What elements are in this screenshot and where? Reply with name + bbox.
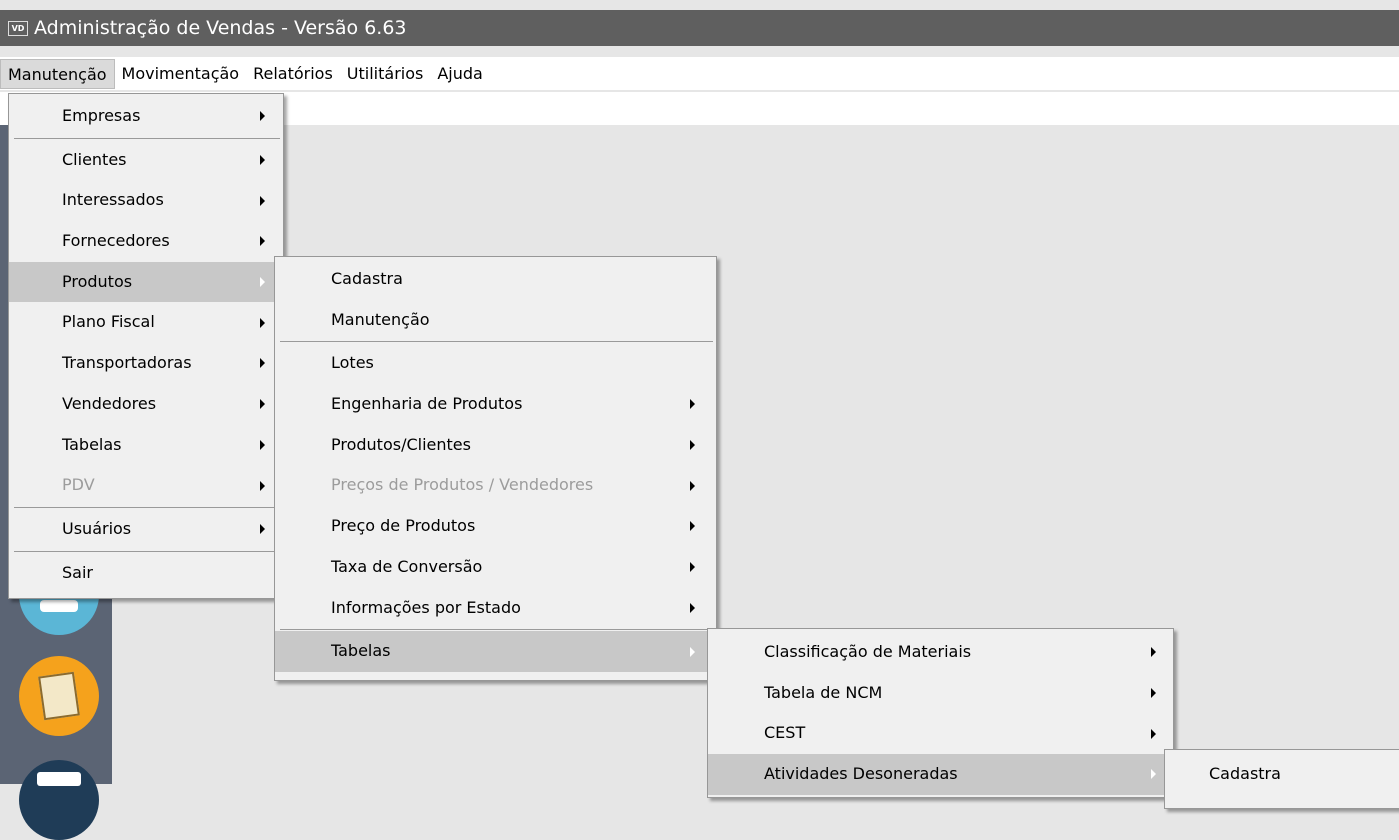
menu-item-label: Empresas bbox=[62, 106, 141, 125]
submenu-arrow-icon bbox=[260, 399, 265, 410]
menu-item-taxa-de-conversao[interactable]: Taxa de Conversão bbox=[275, 547, 716, 588]
menu-item-label: Manutenção bbox=[331, 309, 430, 329]
menu-item-informacoes-por-estado[interactable]: Informações por Estado bbox=[275, 588, 716, 629]
menu-item-label: CEST bbox=[764, 723, 806, 743]
menu-item-label: Tabela de NCM bbox=[764, 682, 883, 702]
title-bar: VD Administração de Vendas - Versão 6.63 bbox=[0, 10, 1399, 46]
submenu-arrow-icon bbox=[690, 440, 695, 451]
submenu-arrow-icon bbox=[690, 399, 695, 410]
menu-separator bbox=[14, 550, 280, 552]
menu-manutencao: Empresas Clientes Interessados Fornecedo… bbox=[8, 93, 284, 599]
menu-item-label: Preço de Produtos bbox=[331, 516, 476, 536]
monitor-icon[interactable] bbox=[19, 760, 99, 840]
menu-item-fornecedores[interactable]: Fornecedores bbox=[9, 221, 283, 262]
submenu-arrow-icon bbox=[690, 521, 695, 532]
menu-item-transportadoras[interactable]: Transportadoras bbox=[9, 343, 283, 384]
submenu-arrow-icon bbox=[1151, 728, 1156, 739]
menu-item-label: Preços de Produtos / Vendedores bbox=[331, 475, 594, 495]
menubar-item-manutencao[interactable]: Manutenção bbox=[0, 58, 115, 89]
submenu-arrow-icon bbox=[260, 236, 265, 247]
menu-item-vendedores[interactable]: Vendedores bbox=[9, 384, 283, 425]
menu-item-empresas[interactable]: Empresas bbox=[9, 96, 283, 137]
menu-bar: Manutenção Movimentação Relatórios Utili… bbox=[0, 57, 1399, 90]
menu-item-interessados[interactable]: Interessados bbox=[9, 180, 283, 221]
menu-item-label: Informações por Estado bbox=[331, 597, 521, 617]
menu-item-engenharia-de-produtos[interactable]: Engenharia de Produtos bbox=[275, 384, 716, 425]
menu-item-tabelas[interactable]: Tabelas bbox=[275, 631, 716, 672]
menu-item-produtos-clientes[interactable]: Produtos/Clientes bbox=[275, 425, 716, 466]
menu-item-classificacao-de-materiais[interactable]: Classificação de Materiais bbox=[708, 632, 1173, 673]
menu-item-clientes[interactable]: Clientes bbox=[9, 140, 283, 181]
menu-separator bbox=[14, 506, 280, 508]
menu-item-cadastra[interactable]: Cadastra bbox=[1165, 754, 1399, 795]
menubar-item-utilitarios[interactable]: Utilitários bbox=[340, 59, 431, 89]
menu-item-produtos[interactable]: Produtos bbox=[9, 261, 283, 303]
submenu-arrow-icon bbox=[260, 480, 265, 491]
app-icon: VD bbox=[8, 20, 28, 36]
menubar-item-ajuda[interactable]: Ajuda bbox=[430, 59, 490, 89]
menu-separator bbox=[280, 341, 713, 343]
menubar-item-relatorios[interactable]: Relatórios bbox=[246, 59, 340, 89]
menu-item-usuarios[interactable]: Usuários bbox=[9, 509, 283, 550]
menu-item-pdv: PDV bbox=[9, 465, 283, 506]
submenu-arrow-icon bbox=[1151, 688, 1156, 699]
submenu-arrow-icon bbox=[260, 277, 265, 288]
menu-item-tabelas[interactable]: Tabelas bbox=[9, 425, 283, 466]
menu-item-manutencao[interactable]: Manutenção bbox=[275, 300, 716, 341]
submenu-arrow-icon bbox=[690, 602, 695, 613]
submenu-arrow-icon bbox=[690, 646, 695, 657]
menu-tabelas: Classificação de Materiais Tabela de NCM… bbox=[707, 628, 1174, 798]
menu-item-cest[interactable]: CEST bbox=[708, 713, 1173, 754]
menu-item-sair[interactable]: Sair bbox=[9, 553, 283, 594]
menu-produtos: Cadastra Manutenção Lotes Engenharia de … bbox=[274, 256, 717, 681]
menu-item-tabela-de-ncm[interactable]: Tabela de NCM bbox=[708, 673, 1173, 714]
submenu-arrow-icon bbox=[260, 524, 265, 535]
menu-item-label: Engenharia de Produtos bbox=[331, 394, 523, 414]
menu-item-label: Fornecedores bbox=[62, 231, 170, 251]
submenu-arrow-icon bbox=[260, 155, 265, 166]
menu-item-label: Tabelas bbox=[331, 641, 391, 661]
menubar-item-movimentacao[interactable]: Movimentação bbox=[115, 59, 247, 89]
menu-item-label: Vendedores bbox=[62, 393, 157, 413]
submenu-arrow-icon bbox=[1151, 769, 1156, 780]
submenu-arrow-icon bbox=[260, 439, 265, 450]
submenu-arrow-icon bbox=[690, 562, 695, 573]
menu-item-lotes[interactable]: Lotes bbox=[275, 343, 716, 384]
menu-item-precos-produtos-vendedores: Preços de Produtos / Vendedores bbox=[275, 465, 716, 506]
menu-item-label: PDV bbox=[62, 475, 95, 495]
menu-item-atividades-desoneradas[interactable]: Atividades Desoneradas bbox=[708, 754, 1173, 795]
menu-item-plano-fiscal[interactable]: Plano Fiscal bbox=[9, 302, 283, 343]
menu-item-label: Tabelas bbox=[62, 434, 122, 454]
menu-separator bbox=[280, 629, 713, 631]
submenu-arrow-icon bbox=[260, 317, 265, 328]
submenu-arrow-icon bbox=[1151, 647, 1156, 658]
window-title: Administração de Vendas - Versão 6.63 bbox=[34, 17, 407, 39]
menu-item-label: Usuários bbox=[62, 518, 132, 538]
document-edit-icon[interactable] bbox=[19, 656, 99, 736]
menu-item-label: Lotes bbox=[331, 353, 374, 373]
menu-item-label: Plano Fiscal bbox=[62, 312, 155, 332]
menu-item-preco-de-produtos[interactable]: Preço de Produtos bbox=[275, 506, 716, 547]
submenu-arrow-icon bbox=[260, 195, 265, 206]
menu-item-label: Sair bbox=[62, 562, 93, 582]
submenu-arrow-icon bbox=[690, 480, 695, 491]
menu-item-label: Cadastra bbox=[1209, 764, 1281, 783]
menu-item-cadastra[interactable]: Cadastra bbox=[275, 259, 716, 300]
menu-item-label: Produtos bbox=[62, 271, 133, 291]
menu-item-label: Classificação de Materiais bbox=[764, 642, 972, 661]
menu-item-label: Cadastra bbox=[331, 269, 403, 288]
menu-item-label: Transportadoras bbox=[62, 353, 192, 373]
menu-atividades-desoneradas: Cadastra bbox=[1164, 749, 1399, 809]
submenu-arrow-icon bbox=[260, 111, 265, 122]
menu-item-label: Produtos/Clientes bbox=[331, 434, 471, 454]
submenu-arrow-icon bbox=[260, 358, 265, 369]
menu-item-label: Taxa de Conversão bbox=[331, 556, 483, 576]
menu-item-label: Clientes bbox=[62, 149, 127, 169]
menu-item-label: Interessados bbox=[62, 190, 164, 210]
menu-item-label: Atividades Desoneradas bbox=[764, 764, 958, 784]
menu-separator bbox=[14, 137, 280, 139]
